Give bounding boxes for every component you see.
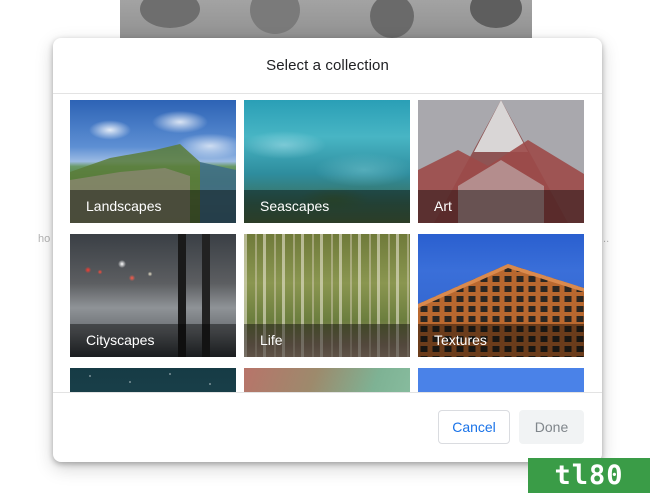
background-photo-figure [370,0,414,38]
collection-tile-label: Cityscapes [86,332,155,348]
cancel-button[interactable]: Cancel [438,410,510,444]
background-photo-figure [140,0,200,28]
collection-tile-cityscapes[interactable]: Cityscapes [70,234,236,357]
collection-tile-label: Seascapes [260,198,330,214]
collection-thumbnail [418,368,584,392]
collection-grid[interactable]: Landscapes Seascapes Art Cityscapes Life… [53,94,602,392]
collection-tile-seascapes[interactable]: Seascapes [244,100,410,223]
background-photo-figure [250,0,300,34]
done-button[interactable]: Done [519,410,584,444]
footer-divider [53,392,602,393]
collection-tile[interactable] [244,368,410,392]
collection-tile-label: Art [434,198,452,214]
dialog-title: Select a collection [266,57,389,74]
collection-tile-art[interactable]: Art [418,100,584,223]
background-photo-figure [470,0,522,28]
collection-tile-landscapes[interactable]: Landscapes [70,100,236,223]
collection-tile-textures[interactable]: Textures [418,234,584,357]
collection-thumbnail [244,368,410,392]
background-photo [120,0,532,42]
collection-tile-label: Life [260,332,283,348]
collection-tile[interactable] [418,368,584,392]
collection-thumbnail [70,368,236,392]
collection-tile[interactable] [70,368,236,392]
collection-tile-life[interactable]: Life [244,234,410,357]
select-collection-dialog: Select a collection Landscapes Seascapes [53,38,602,462]
background-text-left: ho [38,233,51,245]
collection-tile-label: Textures [434,332,487,348]
collection-tile-label: Landscapes [86,198,162,214]
site-watermark-logo: tl80 [528,458,650,493]
